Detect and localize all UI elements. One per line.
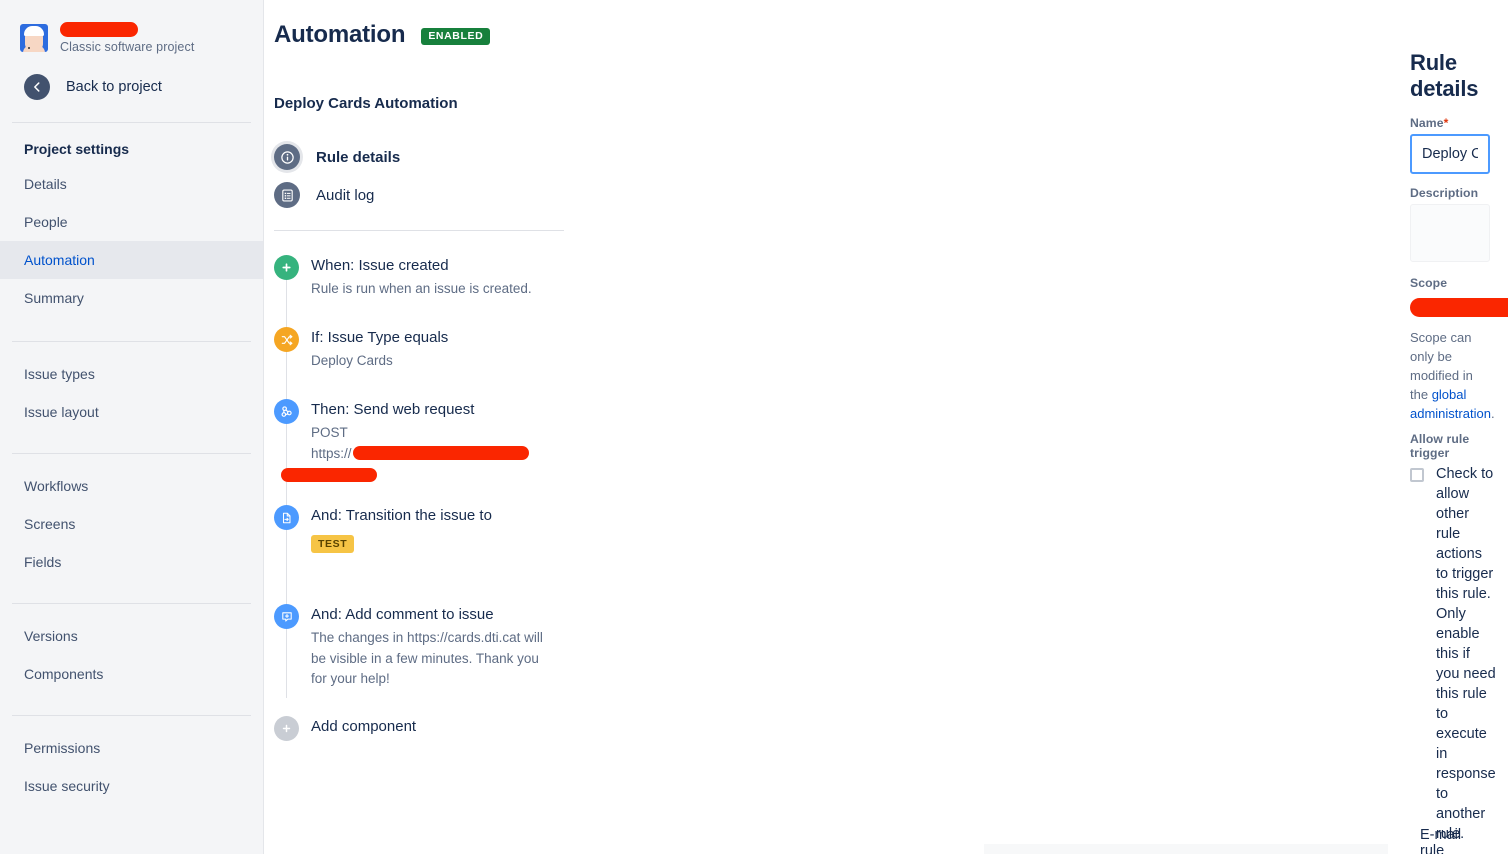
status-badge: ENABLED bbox=[421, 27, 491, 45]
info-circle-icon bbox=[274, 144, 300, 171]
tab-rule-details-label: Rule details bbox=[316, 148, 401, 166]
project-name-redacted bbox=[60, 22, 138, 37]
rule-step-desc: Deploy Cards bbox=[311, 353, 393, 369]
rule-step-desc: The changes in https://cards.dti.cat wil… bbox=[311, 630, 543, 687]
plus-circle-icon bbox=[274, 716, 299, 742]
allow-rule-trigger-text: Check to allow other rule actions to tri… bbox=[1436, 466, 1496, 842]
sidebar-divider-5 bbox=[12, 715, 251, 716]
sidebar-item-people[interactable]: People bbox=[0, 203, 263, 241]
project-settings-sidebar: Classic software project Back to project… bbox=[0, 0, 264, 854]
transition-document-icon bbox=[274, 505, 299, 531]
rule-step-desc: POST https:// bbox=[281, 423, 529, 483]
rule-step-title: If: Issue Type equals bbox=[311, 329, 449, 347]
rule-name-heading: Deploy Cards Automation bbox=[274, 95, 458, 113]
web-request-method: POST bbox=[311, 425, 348, 441]
name-label-text: Name bbox=[1410, 116, 1444, 130]
required-asterisk: * bbox=[1443, 116, 1449, 130]
transition-status-badge: TEST bbox=[311, 535, 355, 554]
description-field-label: Description bbox=[1410, 186, 1479, 200]
sidebar-item-issue-types[interactable]: Issue types bbox=[0, 350, 263, 393]
tree-divider bbox=[274, 230, 564, 232]
webhook-icon bbox=[274, 399, 299, 425]
allow-rule-trigger-row[interactable]: Check to allow other rule actions to tri… bbox=[1410, 464, 1496, 844]
comment-add-icon bbox=[274, 604, 299, 630]
tab-audit-log-label: Audit log bbox=[316, 186, 375, 204]
horizontal-scrollbar[interactable] bbox=[984, 844, 1388, 854]
sidebar-item-components[interactable]: Components bbox=[0, 655, 263, 693]
rule-step-transition-the-issue[interactable]: And: Transition the issue to TEST bbox=[274, 491, 660, 590]
web-request-url-redacted-2 bbox=[281, 468, 377, 483]
add-component-button[interactable]: Add component bbox=[274, 702, 660, 742]
project-avatar-icon bbox=[20, 24, 48, 52]
sidebar-item-fields[interactable]: Fields bbox=[0, 543, 263, 581]
scope-value-redacted bbox=[1410, 298, 1508, 317]
notify-on-error-value: E-mail rule owner once when rule starts … bbox=[1420, 827, 1462, 854]
rule-step-title: Then: Send web request bbox=[311, 401, 475, 419]
back-to-project-button[interactable]: Back to project bbox=[0, 60, 263, 114]
sidebar-divider-1 bbox=[12, 122, 251, 123]
project-header[interactable]: Classic software project bbox=[0, 4, 263, 60]
sidebar-divider-2 bbox=[12, 341, 251, 342]
scope-helper-text: Scope can only be modified in the global… bbox=[1410, 328, 1495, 423]
sidebar-item-automation[interactable]: Automation bbox=[0, 241, 263, 279]
allow-rule-trigger-label: Allow rule trigger bbox=[1410, 432, 1470, 460]
back-to-project-label: Back to project bbox=[66, 79, 162, 95]
sidebar-item-issue-security[interactable]: Issue security bbox=[0, 767, 263, 796]
rule-details-title: Rule details bbox=[1410, 50, 1479, 101]
rule-step-add-comment-to-issue[interactable]: And: Add comment to issue The changes in… bbox=[274, 590, 660, 702]
list-document-icon bbox=[274, 182, 300, 209]
plus-circle-icon bbox=[274, 255, 299, 281]
automation-header: Automation ENABLED bbox=[274, 0, 660, 66]
arrow-left-icon bbox=[24, 74, 50, 100]
page-title: Automation bbox=[274, 21, 406, 49]
name-field-label: Name* bbox=[1410, 116, 1490, 130]
sidebar-item-issue-layout[interactable]: Issue layout bbox=[0, 393, 263, 431]
tab-audit-log[interactable]: Audit log bbox=[274, 176, 660, 214]
sidebar-divider-4 bbox=[12, 603, 251, 604]
sidebar-divider-3 bbox=[12, 453, 251, 454]
sidebar-item-workflows[interactable]: Workflows bbox=[0, 462, 263, 505]
rule-step-title: When: Issue created bbox=[311, 257, 449, 275]
tab-rule-details[interactable]: Rule details bbox=[274, 138, 660, 176]
rule-nav-tabs: Rule details Audit log bbox=[274, 138, 660, 214]
rule-name-input[interactable] bbox=[1410, 134, 1490, 174]
rule-description-textarea[interactable] bbox=[1410, 204, 1490, 262]
sidebar-item-summary[interactable]: Summary bbox=[0, 279, 263, 317]
rule-step-desc: Rule is run when an issue is created. bbox=[311, 281, 532, 297]
project-type-label: Classic software project bbox=[60, 40, 195, 54]
add-component-label: Add component bbox=[311, 718, 417, 736]
sidebar-item-details[interactable]: Details bbox=[0, 165, 263, 203]
scope-helper-suffix: . bbox=[1490, 406, 1495, 421]
sidebar-item-versions[interactable]: Versions bbox=[0, 612, 263, 655]
sidebar-item-screens[interactable]: Screens bbox=[0, 505, 263, 543]
allow-rule-trigger-checkbox[interactable] bbox=[1410, 468, 1424, 482]
rule-step-title: And: Transition the issue to bbox=[311, 507, 492, 525]
rule-step-when-issue-created[interactable]: When: Issue created Rule is run when an … bbox=[274, 241, 660, 313]
web-request-url-prefix: https:// bbox=[311, 445, 352, 461]
rule-tree-panel: Automation ENABLED Deploy Cards Automati… bbox=[264, 0, 684, 854]
scope-field-label: Scope bbox=[1410, 276, 1448, 290]
rule-details-panel: Rule details Name* Description Scope Sco… bbox=[684, 0, 1508, 854]
rule-steps-tree: When: Issue created Rule is run when an … bbox=[274, 241, 660, 742]
sidebar-group-title: Project settings bbox=[24, 141, 130, 157]
rule-step-then-send-web-request[interactable]: Then: Send web request POST https:// bbox=[274, 385, 660, 491]
web-request-url-redacted-1 bbox=[352, 445, 529, 460]
rule-step-title: And: Add comment to issue bbox=[311, 606, 494, 624]
sidebar-item-permissions[interactable]: Permissions bbox=[0, 724, 263, 767]
shuffle-icon bbox=[274, 327, 299, 353]
rule-step-if-issue-type-equals[interactable]: If: Issue Type equals Deploy Cards bbox=[274, 313, 660, 385]
